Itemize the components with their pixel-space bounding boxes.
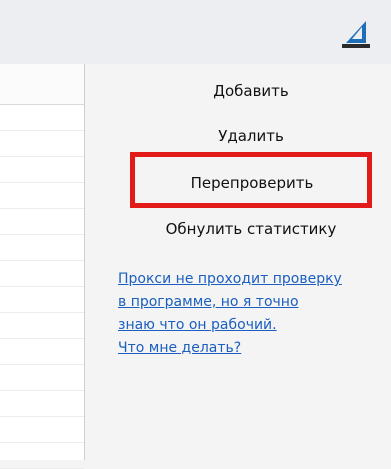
list-row[interactable] <box>0 365 84 391</box>
list-row[interactable] <box>0 339 84 365</box>
actions-panel <box>85 64 391 460</box>
list-row[interactable] <box>0 235 84 261</box>
list-row[interactable] <box>0 261 84 287</box>
reset-stats-button[interactable]: Обнулить статистику <box>153 218 349 240</box>
list-row[interactable] <box>0 313 84 339</box>
help-link-line[interactable]: Что мне делать? <box>118 337 388 360</box>
list-row[interactable] <box>0 391 84 417</box>
list-row[interactable] <box>0 209 84 235</box>
help-link-line[interactable]: Прокси не проходит проверку <box>118 268 388 291</box>
list-row[interactable] <box>0 443 84 469</box>
help-link-line[interactable]: знаю что он рабочий. <box>118 314 388 337</box>
list-row[interactable] <box>0 105 84 131</box>
list-row[interactable] <box>0 131 84 157</box>
delete-button[interactable]: Удалить <box>209 125 293 147</box>
list-row[interactable] <box>0 183 84 209</box>
add-button[interactable]: Добавить <box>205 80 297 102</box>
proxy-list-panel[interactable] <box>0 64 85 469</box>
app-logo-icon <box>342 21 370 48</box>
list-row[interactable] <box>0 287 84 313</box>
help-link[interactable]: Прокси не проходит проверку в программе,… <box>118 268 388 360</box>
list-row[interactable] <box>0 157 84 183</box>
list-row[interactable] <box>0 417 84 443</box>
list-header <box>0 64 84 105</box>
recheck-button[interactable]: Перепроверить <box>178 172 326 194</box>
title-bar <box>0 0 391 64</box>
help-link-line[interactable]: в программе, но я точно <box>118 291 388 314</box>
